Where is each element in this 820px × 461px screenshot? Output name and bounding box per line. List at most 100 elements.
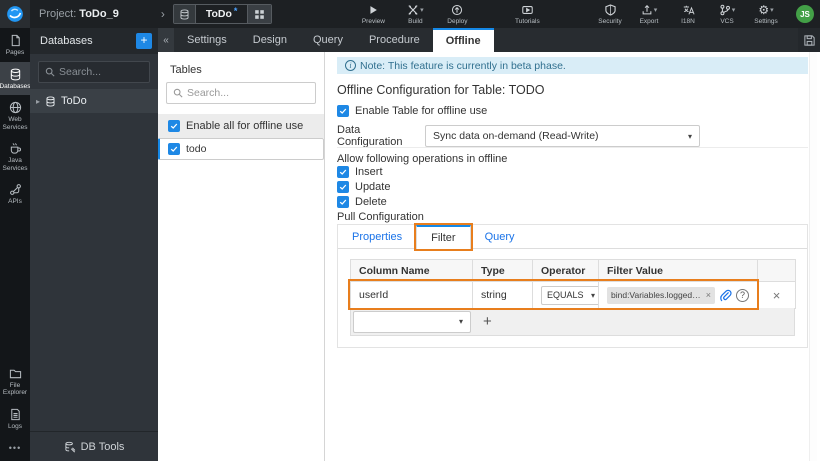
operator-select[interactable]: EQUALS ▾ xyxy=(541,285,601,305)
col-header-operator: Operator xyxy=(532,259,599,282)
update-label: Update xyxy=(355,181,391,193)
settings-button[interactable]: ⚙ ▾ Settings xyxy=(753,2,779,26)
insert-checkbox[interactable] xyxy=(337,166,349,178)
databases-panel-header: Databases + xyxy=(30,28,158,54)
deploy-button[interactable]: Deploy xyxy=(444,3,470,25)
app-logo[interactable] xyxy=(0,0,30,28)
database-icon xyxy=(9,68,22,81)
build-tools-icon xyxy=(407,4,419,16)
data-configuration-value: Sync data on-demand (Read-Write) xyxy=(433,130,599,142)
enable-all-row[interactable]: Enable all for offline use xyxy=(158,114,324,138)
operation-insert-row: Insert xyxy=(337,166,383,178)
update-checkbox[interactable] xyxy=(337,181,349,193)
delete-row-button[interactable]: × xyxy=(766,288,787,303)
sidebar-more-button[interactable]: ••• xyxy=(0,435,30,461)
sidebar-item-pages[interactable]: Pages xyxy=(0,28,30,62)
type-input[interactable] xyxy=(481,289,524,301)
cloud-upload-icon xyxy=(451,3,463,16)
vcs-button[interactable]: ▾ VCS xyxy=(714,3,740,25)
enable-table-checkbox[interactable] xyxy=(337,105,349,117)
sidebar-item-databases[interactable]: Databases xyxy=(0,61,31,95)
caret-down-icon: ▾ xyxy=(420,6,424,14)
globe-icon xyxy=(9,101,22,114)
filter-value-cell: bind:Variables.loggedInUser.data × ? xyxy=(607,286,749,304)
artifact-tab-todo[interactable]: ToDo * xyxy=(172,4,273,24)
sidebar-item-logs[interactable]: Logs xyxy=(0,402,30,436)
tab-filter[interactable]: Filter xyxy=(414,223,473,251)
data-configuration-select[interactable]: Sync data on-demand (Read-Write) ▾ xyxy=(425,125,700,147)
project-name: ToDo_9 xyxy=(79,8,119,20)
security-button[interactable]: Security xyxy=(597,3,623,25)
search-icon xyxy=(45,67,55,77)
table-row-todo[interactable]: todo xyxy=(158,138,324,160)
caret-down-icon: ▾ xyxy=(687,131,692,141)
delete-label: Delete xyxy=(355,196,387,208)
sidebar-item-file-explorer[interactable]: File Explorer xyxy=(0,361,30,402)
bind-expression-text: bind:Variables.loggedInUser.data xyxy=(611,290,703,300)
grid-view-icon[interactable] xyxy=(247,5,272,23)
databases-panel: Databases + ▸ ToDo xyxy=(30,28,158,461)
data-configuration-row: Data Configuration Sync data on-demand (… xyxy=(337,124,700,148)
add-filter-row: ▾ + xyxy=(350,308,795,336)
sidebar-item-web-services[interactable]: Web Services xyxy=(0,95,30,136)
bind-link-icon[interactable] xyxy=(719,289,732,302)
sidebar-item-java-services[interactable]: Java Services xyxy=(0,136,30,177)
add-filter-button[interactable]: + xyxy=(483,314,492,329)
tab-offline[interactable]: Offline xyxy=(432,28,494,52)
caret-down-icon: ▾ xyxy=(731,6,736,14)
search-icon xyxy=(173,88,183,98)
i18n-button[interactable]: I18N xyxy=(675,3,701,25)
floppy-disk-icon xyxy=(803,34,815,46)
collapse-panel-button[interactable]: « xyxy=(158,28,174,52)
db-tools-icon xyxy=(64,441,76,453)
enable-all-label: Enable all for offline use xyxy=(186,120,304,132)
todo-checkbox[interactable] xyxy=(168,143,180,155)
project-prefix: Project: xyxy=(39,8,77,20)
databases-search-input[interactable] xyxy=(59,66,143,78)
preview-button[interactable]: Preview xyxy=(360,3,386,25)
unsaved-indicator: * xyxy=(233,6,238,16)
operations-heading: Allow following operations in offline xyxy=(337,153,508,165)
databases-panel-title: Databases xyxy=(40,35,93,47)
data-configuration-label: Data Configuration xyxy=(337,124,403,148)
expand-caret-icon[interactable]: ▸ xyxy=(36,97,40,106)
new-column-select[interactable]: ▾ xyxy=(353,310,471,333)
operation-update-row: Update xyxy=(337,181,390,193)
tab-query[interactable]: Query xyxy=(300,28,356,52)
column-name-input[interactable] xyxy=(359,289,464,301)
pull-config-tabs: Properties Filter Query xyxy=(338,223,807,251)
breadcrumb-chevron-icon: › xyxy=(160,7,165,21)
logs-icon xyxy=(9,408,22,421)
export-icon xyxy=(641,4,653,16)
enable-all-checkbox[interactable] xyxy=(168,120,180,132)
insert-label: Insert xyxy=(355,166,383,178)
user-avatar[interactable]: JS xyxy=(796,5,814,23)
tab-filter-query[interactable]: Query xyxy=(471,225,529,248)
save-button[interactable] xyxy=(798,28,820,52)
scrollbar-track[interactable] xyxy=(809,52,817,461)
section-divider xyxy=(337,147,808,148)
chip-remove-icon[interactable]: × xyxy=(706,290,711,300)
add-database-button[interactable]: + xyxy=(136,33,152,49)
filter-table-header-row: Column Name Type Operator Filter Value xyxy=(350,259,796,282)
delete-checkbox[interactable] xyxy=(337,196,349,208)
tutorials-button[interactable]: Tutorials xyxy=(514,3,540,25)
filter-table: Column Name Type Operator Filter Value u… xyxy=(350,259,796,309)
top-bar: Project: ToDo_9 › ToDo * Preview ▾ Build… xyxy=(0,0,820,28)
tab-settings[interactable]: Settings xyxy=(174,28,240,52)
tab-design[interactable]: Design xyxy=(240,28,300,52)
sidebar-item-apis[interactable]: APIs xyxy=(0,177,30,211)
artifact-name: ToDo xyxy=(205,8,232,20)
caret-down-icon: ▾ xyxy=(653,6,658,14)
database-tree-item-todo[interactable]: ▸ ToDo xyxy=(30,89,158,113)
tables-search-input[interactable] xyxy=(187,87,309,99)
db-tools-button[interactable]: DB Tools xyxy=(30,431,158,461)
export-button[interactable]: ▾ Export xyxy=(636,3,662,25)
tab-procedure[interactable]: Procedure xyxy=(356,28,433,52)
bind-expression-chip[interactable]: bind:Variables.loggedInUser.data × xyxy=(607,286,715,304)
tab-properties[interactable]: Properties xyxy=(338,225,416,248)
gear-icon: ⚙ xyxy=(758,2,770,17)
connector-icon xyxy=(9,183,22,196)
help-icon[interactable]: ? xyxy=(736,288,749,302)
build-button[interactable]: ▾ Build xyxy=(402,3,428,25)
